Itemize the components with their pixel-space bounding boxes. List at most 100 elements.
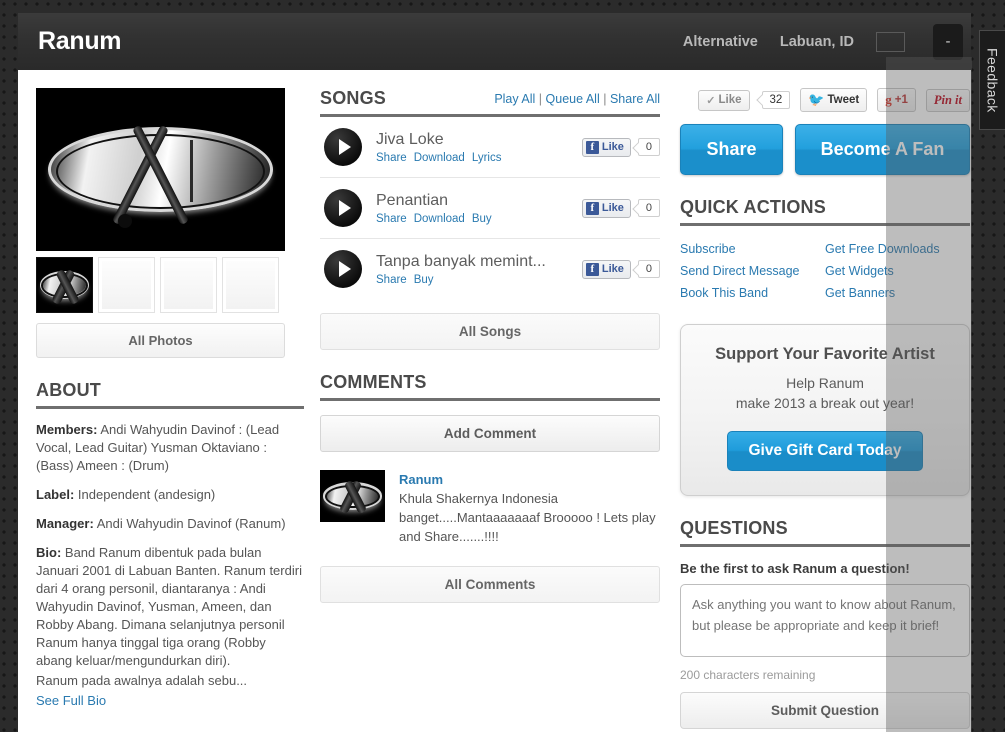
share-all-link[interactable]: Share All <box>610 92 660 106</box>
become-a-fan-button[interactable]: Become A Fan <box>795 124 970 175</box>
quick-action-link[interactable]: Get Widgets <box>825 260 970 282</box>
song-like-group: f Like 0 <box>581 198 660 218</box>
song-info: Penantian Share Download Buy <box>376 192 582 225</box>
queue-all-link[interactable]: Queue All <box>546 92 600 106</box>
about-manager: Manager: Andi Wahyudin Davinof (Ranum) <box>36 515 304 533</box>
quick-action-link[interactable]: Book This Band <box>680 282 825 304</box>
tweet-button[interactable]: 🐦 Tweet <box>800 88 868 112</box>
avatar[interactable] <box>320 470 385 522</box>
quick-actions-title: QUICK ACTIONS <box>680 197 826 217</box>
band-logo-artwork <box>36 88 285 251</box>
all-songs-button[interactable]: All Songs <box>320 313 660 350</box>
minimize-button[interactable]: - <box>933 23 963 60</box>
question-input[interactable] <box>680 584 970 657</box>
questions-title: QUESTIONS <box>680 518 788 538</box>
song-title[interactable]: Jiva Loke <box>376 131 576 149</box>
about-section-header: ABOUT <box>36 380 304 409</box>
middle-column: SONGS Play All | Queue All | Share All J… <box>304 88 660 603</box>
song-link-buy[interactable]: Buy <box>472 213 492 225</box>
facebook-like-button[interactable]: f Like <box>581 259 631 279</box>
support-title: Support Your Favorite Artist <box>715 345 935 363</box>
band-photo[interactable] <box>36 88 285 251</box>
thumbnail-logo-artwork <box>37 258 92 312</box>
twitter-bird-icon: 🐦 <box>808 92 825 107</box>
about-bio: Bio: Band Ranum dibentuk pada bulan Janu… <box>36 544 304 670</box>
comments-section-header: COMMENTS <box>320 372 660 401</box>
location-label: Labuan, ID <box>779 33 854 50</box>
song-link-lyrics[interactable]: Lyrics <box>472 152 502 164</box>
song-link-share[interactable]: Share <box>376 274 407 286</box>
song-action-links: Share Download Lyrics <box>376 152 582 164</box>
thumbnail-item[interactable] <box>36 257 93 313</box>
song-info: Jiva Loke Share Download Lyrics <box>376 131 582 164</box>
comments-title: COMMENTS <box>320 372 427 392</box>
about-manager-value: Andi Wahyudin Davinof (Ranum) <box>96 516 286 531</box>
google-plus-button[interactable]: g +1 <box>877 88 916 112</box>
songs-header-links: Play All | Queue All | Share All <box>494 92 660 109</box>
play-icon[interactable] <box>324 250 362 288</box>
facebook-like-button[interactable]: f Like <box>581 137 631 157</box>
about-members-label: Members: <box>36 422 98 437</box>
song-link-download[interactable]: Download <box>414 213 465 225</box>
quick-action-link[interactable]: Send Direct Message <box>680 260 825 282</box>
song-title[interactable]: Penantian <box>376 192 576 210</box>
thumbnail-item[interactable] <box>222 257 279 313</box>
about-members: Members: Andi Wahyudin Davinof : (Lead V… <box>36 421 304 475</box>
play-icon[interactable] <box>324 128 362 166</box>
song-link-share[interactable]: Share <box>376 213 407 225</box>
song-row: Penantian Share Download Buy f Like 0 <box>320 178 660 239</box>
pinterest-button[interactable]: Pin it <box>925 88 970 112</box>
facebook-like-button[interactable]: f Like <box>581 198 631 218</box>
support-line1: Help Ranum <box>786 375 864 391</box>
facebook-icon: f <box>585 262 599 276</box>
quick-action-link[interactable]: Get Free Downloads <box>825 238 970 260</box>
play-icon[interactable] <box>324 189 362 227</box>
see-full-bio-link[interactable]: See Full Bio <box>36 693 106 708</box>
add-comment-button[interactable]: Add Comment <box>320 415 660 452</box>
song-like-group: f Like 0 <box>581 137 660 157</box>
share-button[interactable]: Share <box>680 124 783 175</box>
header-meta-group: Alternative Labuan, ID - <box>683 23 971 60</box>
facebook-icon: f <box>585 201 599 215</box>
check-icon: ✓ <box>706 94 716 107</box>
quick-actions-section-header: QUICK ACTIONS <box>680 197 970 226</box>
support-text: Help Ranum make 2013 a break out year! <box>691 373 959 413</box>
gplus-label: +1 <box>894 94 908 106</box>
give-gift-card-button[interactable]: Give Gift Card Today <box>727 431 923 471</box>
song-link-buy[interactable]: Buy <box>414 274 434 286</box>
all-photos-button[interactable]: All Photos <box>36 323 285 358</box>
comment-author-link[interactable]: Ranum <box>399 472 443 487</box>
page-title: Ranum <box>38 27 122 55</box>
quick-action-link[interactable]: Subscribe <box>680 238 825 260</box>
avatar-logo-artwork <box>320 470 385 522</box>
comment-list-item: Ranum Khula Shakernya Indonesia banget..… <box>320 470 660 546</box>
social-buttons-row: ✓ Like 32 🐦 Tweet g +1 Pin it <box>680 88 970 112</box>
song-link-share[interactable]: Share <box>376 152 407 164</box>
about-label: Label: Independent (andesign) <box>36 486 304 504</box>
comment-body: Ranum Khula Shakernya Indonesia banget..… <box>399 470 660 546</box>
facebook-like-label: Like <box>601 263 624 275</box>
thumbnail-item[interactable] <box>98 257 155 313</box>
song-title[interactable]: Tanpa banyak memint... <box>376 253 576 271</box>
song-action-links: Share Buy <box>376 274 582 286</box>
about-bio-label: Bio: <box>36 545 62 560</box>
facebook-like-button[interactable]: ✓ Like <box>698 89 750 111</box>
questions-section-header: QUESTIONS <box>680 518 970 547</box>
all-comments-button[interactable]: All Comments <box>320 566 660 603</box>
facebook-like-label: Like <box>601 141 624 153</box>
link-separator: | <box>603 92 607 106</box>
feedback-tab[interactable]: Feedback <box>979 30 1005 130</box>
play-all-link[interactable]: Play All <box>494 92 535 106</box>
quick-action-link[interactable]: Get Banners <box>825 282 970 304</box>
song-link-download[interactable]: Download <box>414 152 465 164</box>
photo-thumbnail-strip <box>36 257 304 313</box>
google-plus-icon: g <box>885 92 892 107</box>
thumbnail-item[interactable] <box>160 257 217 313</box>
quick-actions-links: Subscribe Get Free Downloads Send Direct M… <box>680 238 970 304</box>
facebook-like-count: 32 <box>761 91 791 109</box>
submit-question-button[interactable]: Submit Question <box>680 692 970 729</box>
songs-title: SONGS <box>320 88 387 108</box>
song-list: Jiva Loke Share Download Lyrics f Like 0 Penant… <box>320 117 660 299</box>
tweet-label: Tweet <box>827 94 860 106</box>
feedback-label: Feedback <box>984 47 1001 113</box>
